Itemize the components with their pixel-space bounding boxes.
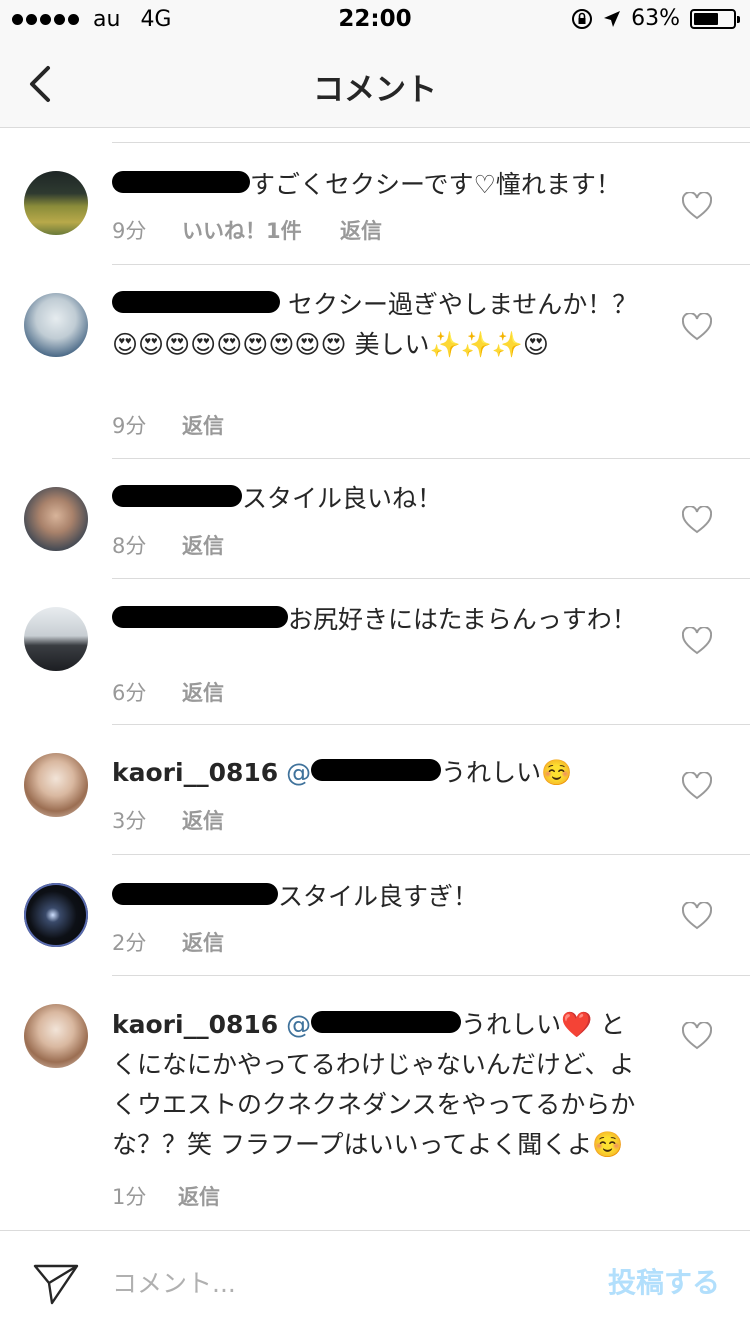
- comment-time: 8分: [112, 534, 147, 558]
- avatar[interactable]: [24, 171, 88, 235]
- comment-text: スタイル良いね！: [242, 484, 443, 513]
- nav-bar: コメント: [0, 40, 750, 128]
- redacted-username: [112, 485, 242, 507]
- post-button[interactable]: 投稿する: [608, 1261, 720, 1301]
- heart-icon[interactable]: [682, 902, 712, 930]
- mention-link[interactable]: @: [286, 1010, 462, 1039]
- reply-button[interactable]: 返信: [182, 410, 224, 440]
- redacted-mention: [311, 1011, 462, 1033]
- direct-send-icon[interactable]: [32, 1261, 80, 1307]
- comment-item: お尻好きにはたまらんっすわ！ 6分 返信: [0, 579, 750, 724]
- comment-text-block: お尻好きにはたまらんっすわ！: [112, 600, 642, 640]
- comment-likes[interactable]: いいね！1件: [182, 215, 340, 245]
- reply-button[interactable]: 返信: [182, 927, 224, 957]
- comment-item: スタイル良すぎ！ 2分 返信: [0, 855, 750, 975]
- orientation-lock-icon: [572, 8, 593, 29]
- comment-text: すごくセクシーです♡憧れます！: [250, 170, 621, 199]
- comment-text-block: セクシー過ぎやしませんか！？😍😍😍😍😍😍😍😍😍 美しい✨✨✨😍: [112, 285, 642, 365]
- comment-text: お尻好きにはたまらんっすわ！: [288, 605, 637, 634]
- avatar[interactable]: [24, 753, 88, 817]
- comment-text-block: スタイル良いね！: [112, 479, 642, 519]
- comment-time: 6分: [112, 681, 147, 705]
- location-arrow-icon: [604, 10, 621, 27]
- page-title: コメント: [313, 72, 437, 108]
- comment-text-block: スタイル良すぎ！: [112, 877, 642, 917]
- redacted-username: [112, 606, 288, 628]
- avatar[interactable]: [24, 607, 88, 671]
- comment-time: 1分: [112, 1185, 147, 1209]
- reply-button[interactable]: 返信: [182, 530, 224, 560]
- mention-link[interactable]: @: [286, 758, 442, 787]
- reply-button[interactable]: 返信: [340, 215, 382, 245]
- redacted-username: [112, 291, 280, 313]
- redacted-mention: [311, 759, 442, 781]
- comment-item: すごくセクシーです♡憧れます！ 9分 いいね！1件 返信: [0, 143, 750, 264]
- heart-icon[interactable]: [682, 772, 712, 800]
- comment-time: 9分: [112, 219, 147, 243]
- comment-username[interactable]: kaori__0816: [112, 1010, 278, 1039]
- reply-button[interactable]: 返信: [182, 805, 224, 835]
- comment-text: うれしい☺️: [441, 758, 573, 787]
- comment-time: 2分: [112, 931, 147, 955]
- redacted-username: [112, 883, 278, 905]
- comment-text-block: kaori__0816 @ うれしい☺️: [112, 753, 642, 793]
- heart-icon[interactable]: [682, 192, 712, 220]
- heart-icon[interactable]: [682, 1022, 712, 1050]
- avatar[interactable]: [24, 883, 88, 947]
- comment-input[interactable]: [112, 1263, 562, 1303]
- battery-percent: 63%: [631, 6, 680, 31]
- battery-icon: [690, 8, 740, 29]
- comment-text-block: すごくセクシーです♡憧れます！: [112, 165, 642, 205]
- comment-username[interactable]: kaori__0816: [112, 758, 278, 787]
- avatar[interactable]: [24, 487, 88, 551]
- reply-button[interactable]: 返信: [178, 1181, 220, 1211]
- heart-icon[interactable]: [682, 506, 712, 534]
- comment-item: セクシー過ぎやしませんか！？😍😍😍😍😍😍😍😍😍 美しい✨✨✨😍 9分 返信: [0, 265, 750, 458]
- mention-prefix: @: [286, 758, 312, 787]
- status-bar: au 4G 22:00 63%: [0, 0, 750, 40]
- comment-time: 9分: [112, 414, 147, 438]
- mention-prefix: @: [286, 1010, 312, 1039]
- comment-item: スタイル良いね！ 8分 返信: [0, 459, 750, 578]
- comment-item: kaori__0816 @ うれしい❤️ とくになにかやってるわけじゃないんだけど…: [0, 976, 750, 1226]
- comment-text-block: kaori__0816 @ うれしい❤️ とくになにかやってるわけじゃないんだけど…: [112, 1005, 642, 1165]
- redacted-username: [112, 171, 250, 193]
- avatar[interactable]: [24, 1004, 88, 1068]
- comment-time: 3分: [112, 809, 147, 833]
- reply-button[interactable]: 返信: [182, 677, 224, 707]
- comment-item: kaori__0816 @ うれしい☺️ 3分 返信: [0, 725, 750, 854]
- heart-icon[interactable]: [682, 627, 712, 655]
- status-right: 63%: [571, 6, 740, 31]
- comment-text: スタイル良すぎ！: [278, 882, 479, 911]
- avatar[interactable]: [24, 293, 88, 357]
- comment-input-bar: 投稿する: [0, 1230, 750, 1334]
- heart-icon[interactable]: [682, 313, 712, 341]
